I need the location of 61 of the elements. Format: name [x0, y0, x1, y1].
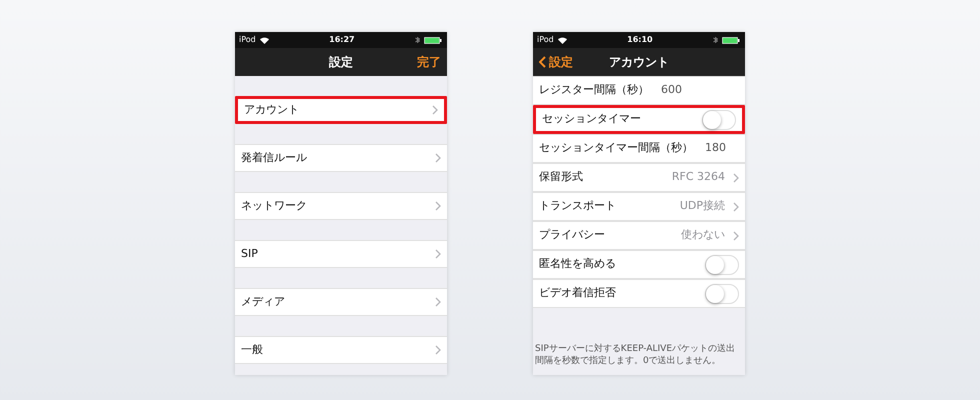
navigation-title: 設定	[329, 54, 353, 71]
row-label: SIP	[241, 246, 258, 262]
back-chevron-icon	[539, 56, 546, 68]
settings-row[interactable]: 一般	[235, 336, 447, 364]
row-value: 600	[661, 82, 682, 98]
wifi-icon	[260, 36, 269, 44]
done-button[interactable]: 完了	[417, 53, 441, 71]
row-value: 使わない	[681, 227, 725, 244]
row-label: レジスター間隔（秒）	[539, 82, 649, 98]
settings-row[interactable]: SIP	[235, 240, 447, 268]
toggle-switch[interactable]	[705, 284, 739, 304]
chevron-icon	[435, 297, 441, 307]
status-time: 16:27	[329, 34, 355, 46]
row-value: 180	[705, 140, 726, 156]
settings-row[interactable]: 匿名性を高める	[533, 250, 745, 279]
chevron-icon	[432, 105, 438, 115]
row-label: アカウント	[244, 102, 299, 118]
row-label: 発着信ルール	[241, 150, 307, 166]
chevron-icon	[733, 172, 739, 182]
row-label: トランスポート	[539, 198, 616, 214]
chevron-icon	[435, 249, 441, 259]
settings-row[interactable]: メディア	[235, 288, 447, 316]
back-button[interactable]: 設定	[539, 53, 573, 71]
settings-row[interactable]: プライバシー 使わない	[533, 221, 745, 250]
row-label: セッションタイマー間隔（秒）	[539, 140, 693, 156]
settings-row[interactable]: セッションタイマー間隔（秒） 180	[533, 134, 745, 163]
status-time: 16:10	[627, 34, 653, 46]
settings-row[interactable]: アカウント	[235, 96, 447, 124]
row-value: UDP接続	[680, 198, 725, 214]
battery-icon	[424, 36, 443, 44]
row-label: ネットワーク	[241, 198, 307, 214]
settings-row[interactable]: レジスター間隔（秒） 600	[533, 76, 745, 105]
wifi-icon	[558, 36, 567, 44]
toggle-switch[interactable]	[705, 254, 739, 274]
bluetooth-icon	[415, 36, 420, 44]
row-label: ビデオ着信拒否	[539, 285, 616, 302]
chevron-icon	[435, 201, 441, 211]
row-label: プライバシー	[539, 227, 605, 244]
settings-row[interactable]: ビデオ着信拒否	[533, 279, 745, 308]
battery-icon	[722, 36, 741, 44]
navigation-title: アカウント	[609, 54, 669, 71]
row-label: セッションタイマー	[542, 111, 641, 128]
row-label: 一般	[241, 342, 263, 358]
row-value: RFC 3264	[672, 169, 725, 186]
carrier-text: iPod	[537, 34, 554, 46]
row-label: メディア	[241, 294, 285, 310]
settings-row[interactable]: ネットワーク	[235, 192, 447, 220]
chevron-icon	[733, 230, 739, 240]
chevron-icon	[733, 202, 739, 212]
settings-row[interactable]: 発着信ルール	[235, 144, 447, 172]
settings-row[interactable]: トランスポート UDP接続	[533, 192, 745, 221]
toggle-switch[interactable]	[702, 110, 736, 130]
chevron-icon	[435, 345, 441, 355]
settings-row[interactable]: 保留形式 RFC 3264	[533, 163, 745, 192]
chevron-icon	[435, 153, 441, 163]
row-label: 匿名性を高める	[539, 256, 616, 272]
settings-row[interactable]: セッションタイマー	[533, 105, 745, 134]
footer-note: SIPサーバーに対するKEEP-ALIVEパケットの送出間隔を秒数で指定します。0で送出しません。	[535, 343, 736, 367]
row-label: 保留形式	[539, 169, 583, 186]
carrier-text: iPod	[239, 34, 256, 46]
bluetooth-icon	[713, 36, 718, 44]
